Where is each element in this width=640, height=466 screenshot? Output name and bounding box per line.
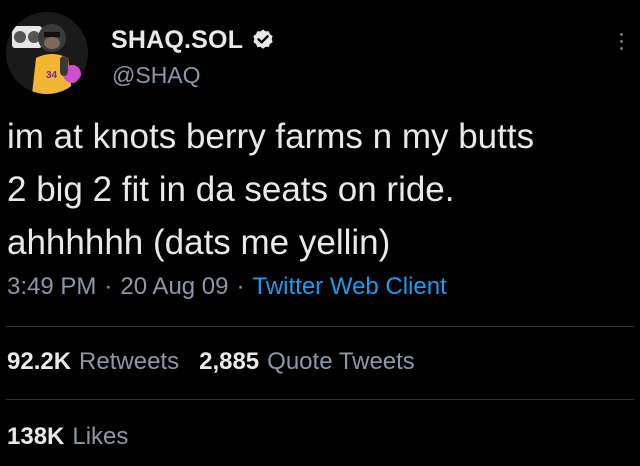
likes-label: Likes — [72, 423, 129, 450]
verified-badge-icon — [251, 28, 275, 52]
quote-tweets-count: 2,885 — [199, 348, 260, 375]
quote-tweets-stat[interactable]: 2,885 Quote Tweets — [199, 348, 415, 376]
tweet-card: 34 SHAQ.SOL @SHAQ im at knots berry farm… — [0, 0, 640, 466]
retweets-stat[interactable]: 92.2K Retweets — [7, 348, 179, 376]
tweet-date[interactable]: 20 Aug 09 — [120, 273, 228, 301]
meta-separator: · — [236, 273, 245, 300]
retweets-count: 92.2K — [7, 348, 72, 375]
author-name-row: SHAQ.SOL — [111, 25, 275, 55]
engagement-stats: 92.2K Retweets 2,885 Quote Tweets — [7, 348, 415, 376]
divider — [6, 326, 634, 327]
retweets-label: Retweets — [79, 348, 180, 375]
divider — [6, 399, 634, 400]
tweet-time[interactable]: 3:49 PM — [7, 273, 96, 301]
tweet-meta: 3:49 PM · 20 Aug 09 · Twitter Web Client — [7, 273, 447, 301]
likes-stat[interactable]: 138K Likes — [7, 423, 128, 451]
author-handle[interactable]: @SHAQ — [112, 62, 201, 89]
meta-separator: · — [104, 273, 113, 300]
tweet-source-link[interactable]: Twitter Web Client — [253, 273, 447, 301]
tweet-text: im at knots berry farms n my butts 2 big… — [7, 117, 535, 262]
avatar[interactable]: 34 — [6, 12, 88, 94]
svg-text:34: 34 — [46, 70, 58, 81]
avatar-image: 34 — [6, 12, 88, 94]
likes-count: 138K — [7, 423, 65, 450]
more-options-icon[interactable] — [617, 33, 625, 53]
quote-tweets-label: Quote Tweets — [267, 348, 415, 375]
display-name[interactable]: SHAQ.SOL — [111, 26, 243, 55]
